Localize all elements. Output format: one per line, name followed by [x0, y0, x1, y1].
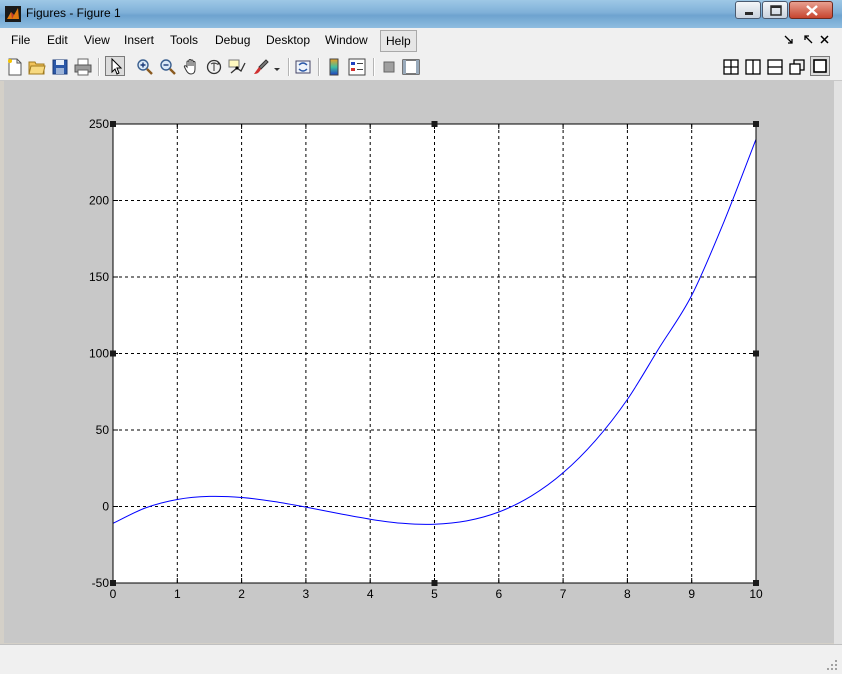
toolbar [0, 54, 842, 81]
menu-debug[interactable]: Debug [215, 33, 250, 47]
toolbar-separator [98, 58, 100, 76]
title-bar[interactable]: Figures - Figure 1 [0, 0, 842, 28]
maximize-layout-button[interactable] [810, 56, 830, 76]
menu-view[interactable]: View [84, 33, 110, 47]
insert-legend-icon[interactable] [348, 58, 366, 76]
toolbar-separator [373, 58, 375, 76]
maximize-layout-icon [813, 59, 827, 73]
close-button[interactable] [789, 1, 833, 19]
hide-plot-tools-icon[interactable] [380, 58, 398, 76]
menu-desktop[interactable]: Desktop [266, 33, 310, 47]
link-plot-icon[interactable] [294, 58, 312, 76]
data-cursor-icon[interactable] [228, 58, 246, 76]
float-layout-icon[interactable] [788, 58, 806, 76]
save-icon[interactable] [51, 58, 69, 76]
arrow-cursor-icon [111, 57, 123, 75]
edit-plot-button[interactable] [105, 56, 125, 76]
status-bar [0, 644, 842, 674]
maximize-button[interactable] [762, 1, 788, 19]
rotate-3d-icon[interactable] [205, 58, 223, 76]
toolbar-separator [318, 58, 320, 76]
window-edge [834, 81, 842, 644]
resize-grip-icon[interactable] [826, 659, 838, 671]
zoom-in-icon[interactable] [136, 58, 154, 76]
maximize-icon [770, 5, 782, 16]
tile-layout-icon[interactable] [722, 58, 740, 76]
show-plot-tools-icon[interactable] [402, 58, 420, 76]
menu-file[interactable]: File [11, 33, 30, 47]
menu-window[interactable]: Window [325, 33, 368, 47]
menu-bar: File Edit View Insert Tools Debug Deskto… [0, 28, 842, 55]
close-figure-icon[interactable] [819, 33, 831, 47]
close-icon [806, 5, 818, 16]
top-bottom-layout-icon[interactable] [766, 58, 784, 76]
menu-help[interactable]: Help [380, 30, 417, 52]
insert-colorbar-icon[interactable] [325, 58, 343, 76]
print-icon[interactable] [74, 58, 92, 76]
menu-edit[interactable]: Edit [47, 33, 68, 47]
brush-dropdown-icon[interactable] [272, 58, 282, 76]
new-figure-icon[interactable] [6, 58, 24, 76]
matlab-icon [5, 6, 21, 22]
pan-hand-icon[interactable] [182, 58, 200, 76]
figure-canvas[interactable] [4, 81, 834, 643]
menu-tools[interactable]: Tools [170, 33, 198, 47]
minimize-icon [745, 12, 753, 15]
restore-arrow-icon[interactable] [803, 33, 815, 47]
brush-icon[interactable] [252, 58, 270, 76]
zoom-out-icon[interactable] [159, 58, 177, 76]
open-folder-icon[interactable] [28, 58, 46, 76]
undock-icon[interactable] [783, 33, 795, 47]
toolbar-separator [288, 58, 290, 76]
left-right-layout-icon[interactable] [744, 58, 762, 76]
minimize-button[interactable] [735, 1, 761, 19]
menu-insert[interactable]: Insert [124, 33, 154, 47]
window-title: Figures - Figure 1 [26, 6, 121, 20]
